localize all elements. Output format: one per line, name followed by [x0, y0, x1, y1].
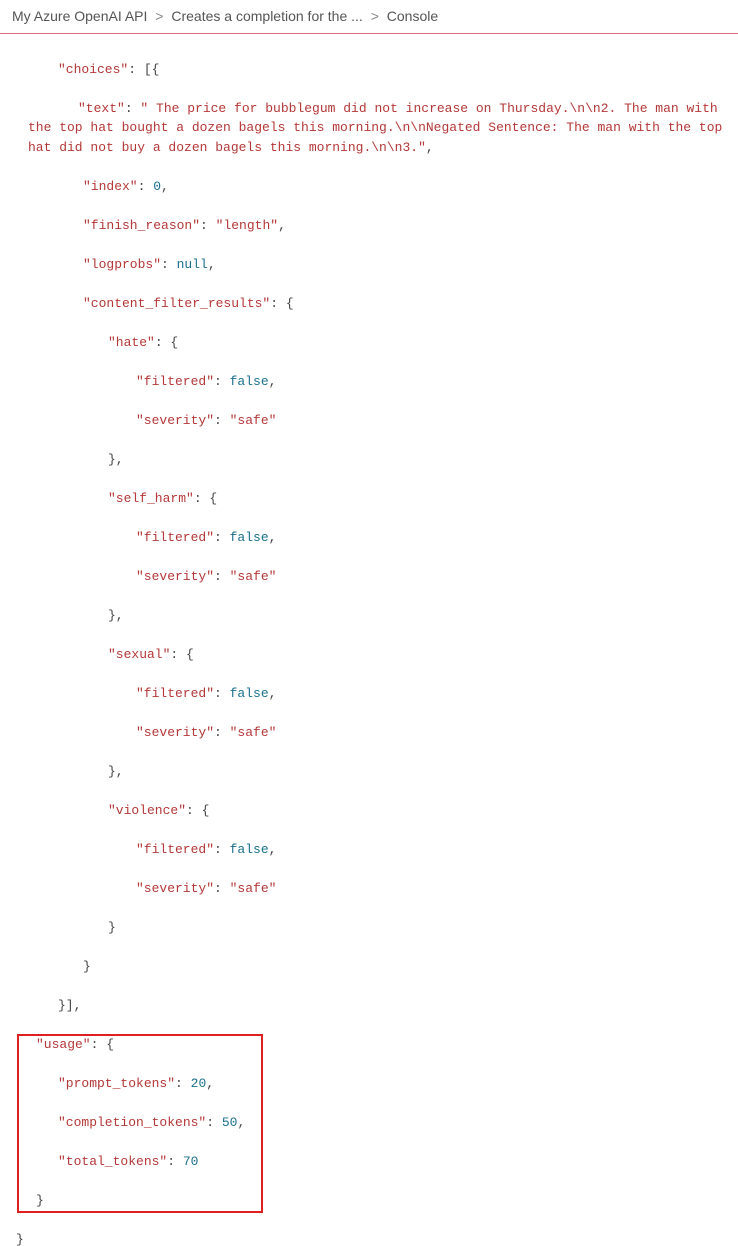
- json-key: "index": [83, 179, 138, 194]
- json-key: "content_filter_results": [83, 296, 270, 311]
- json-value: null: [177, 257, 208, 272]
- json-key: "severity": [136, 725, 214, 740]
- json-value: "safe": [230, 725, 277, 740]
- json-key: "filtered": [136, 530, 214, 545]
- json-key: "usage": [36, 1037, 91, 1052]
- json-key: "filtered": [136, 842, 214, 857]
- json-text-line: "text": " The price for bubblegum did no…: [8, 99, 730, 158]
- json-key: "filtered": [136, 686, 214, 701]
- json-value: "safe": [230, 413, 277, 428]
- json-key: "self_harm": [108, 491, 194, 506]
- json-key: "sexual": [108, 647, 170, 662]
- json-key: "choices": [58, 62, 128, 77]
- breadcrumb-item-api[interactable]: My Azure OpenAI API: [12, 8, 147, 24]
- json-value: "safe": [230, 881, 277, 896]
- json-key: "severity": [136, 413, 214, 428]
- json-key: "completion_tokens": [58, 1115, 206, 1130]
- json-value: "length": [216, 218, 278, 233]
- breadcrumb-separator: >: [371, 8, 379, 24]
- json-key: "severity": [136, 569, 214, 584]
- json-value: 70: [183, 1154, 199, 1169]
- json-key: "hate": [108, 335, 155, 350]
- json-key: "severity": [136, 881, 214, 896]
- json-value: 20: [191, 1076, 207, 1091]
- json-value: 50: [222, 1115, 238, 1130]
- json-value: false: [230, 530, 269, 545]
- response-json-panel: "choices": [{ "text": " The price for bu…: [0, 33, 738, 1246]
- json-key: "prompt_tokens": [58, 1076, 175, 1091]
- json-key: "logprobs": [83, 257, 161, 272]
- breadcrumb: My Azure OpenAI API > Creates a completi…: [0, 0, 738, 33]
- json-value: "safe": [230, 569, 277, 584]
- breadcrumb-separator: >: [155, 8, 163, 24]
- json-punct: : [{: [128, 62, 159, 77]
- json-value: false: [230, 374, 269, 389]
- json-value: false: [230, 686, 269, 701]
- json-key: "finish_reason": [83, 218, 200, 233]
- breadcrumb-item-operation[interactable]: Creates a completion for the ...: [171, 8, 362, 24]
- json-value: 0: [153, 179, 161, 194]
- json-key: "violence": [108, 803, 186, 818]
- json-value: false: [230, 842, 269, 857]
- json-key: "filtered": [136, 374, 214, 389]
- json-key: "total_tokens": [58, 1154, 167, 1169]
- breadcrumb-item-console[interactable]: Console: [387, 8, 438, 24]
